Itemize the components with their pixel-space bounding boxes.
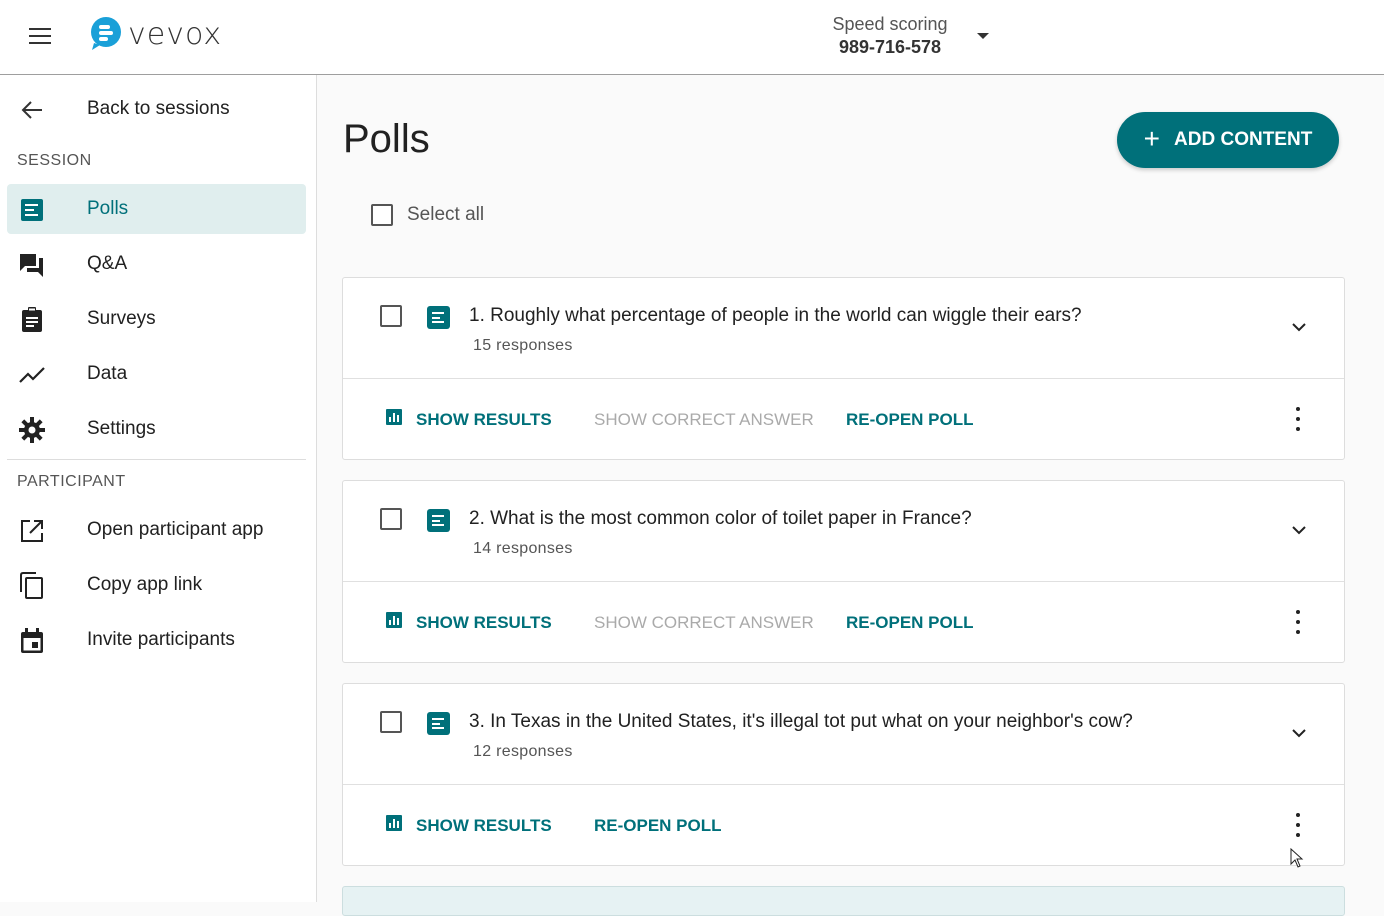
session-section-label: SESSION — [17, 152, 92, 169]
poll-checkbox[interactable] — [380, 508, 402, 530]
bar-chart-icon — [386, 409, 402, 425]
reopen-poll-button[interactable]: RE-OPEN POLL — [846, 613, 974, 633]
open-external-icon — [19, 518, 45, 544]
more-options-icon[interactable] — [1291, 610, 1305, 634]
sidebar-item-label: Invite participants — [87, 629, 235, 650]
poll-card-header[interactable]: 1. Roughly what percentage of people in … — [343, 278, 1344, 379]
poll-checkbox[interactable] — [380, 711, 402, 733]
poll-card: 1. Roughly what percentage of people in … — [342, 277, 1345, 460]
session-code: 989-716-578 — [838, 37, 942, 57]
participant-section-label: PARTICIPANT — [17, 473, 126, 490]
more-options-icon[interactable] — [1291, 407, 1305, 431]
bar-chart-icon — [386, 815, 402, 831]
sidebar-item-label: Data — [87, 363, 128, 384]
plus-icon: + — [1143, 122, 1161, 154]
sidebar-item-open-participant-app[interactable]: Open participant app — [7, 505, 306, 555]
sidebar-item-label: Q&A — [87, 253, 128, 274]
reopen-poll-button[interactable]: RE-OPEN POLL — [594, 816, 722, 836]
poll-card-partial[interactable] — [342, 886, 1345, 916]
sidebar-item-copy-app-link[interactable]: Copy app link — [7, 560, 306, 610]
reopen-poll-button[interactable]: RE-OPEN POLL — [846, 410, 974, 430]
sidebar-divider — [7, 459, 306, 460]
sidebar: Back to sessions SESSION Polls Q&A Surve… — [0, 75, 317, 902]
arrow-left-icon — [19, 97, 45, 123]
show-results-button[interactable]: SHOW RESULTS — [416, 613, 552, 633]
bar-chart-icon — [386, 612, 402, 628]
calendar-icon — [19, 628, 45, 654]
poll-checkbox[interactable] — [380, 305, 402, 327]
session-selector[interactable]: Speed scoring 989-716-578 — [790, 14, 990, 58]
sidebar-item-qa[interactable]: Q&A — [7, 239, 306, 289]
chevron-down-icon[interactable] — [1290, 724, 1308, 742]
poll-actions: SHOW RESULTS SHOW CORRECT ANSWER RE-OPEN… — [343, 379, 1344, 460]
select-all-checkbox[interactable] — [371, 204, 393, 226]
logo-bubble-icon — [91, 17, 121, 50]
top-header: vevox Speed scoring 989-716-578 — [0, 0, 1384, 75]
polls-icon — [19, 197, 45, 223]
show-results-button[interactable]: SHOW RESULTS — [416, 410, 552, 430]
page-title: Polls — [343, 117, 430, 161]
sidebar-item-invite-participants[interactable]: Invite participants — [7, 615, 306, 665]
poll-actions: SHOW RESULTS SHOW CORRECT ANSWER RE-OPEN… — [343, 582, 1344, 663]
vevox-logo: vevox — [90, 16, 222, 52]
add-content-button[interactable]: + ADD CONTENT — [1117, 112, 1339, 168]
mouse-cursor-icon — [1290, 848, 1304, 868]
poll-card: 3. In Texas in the United States, it's i… — [342, 683, 1345, 866]
more-options-icon[interactable] — [1291, 813, 1305, 837]
show-correct-answer-button[interactable]: SHOW CORRECT ANSWER — [594, 410, 814, 430]
poll-card: 2. What is the most common color of toil… — [342, 480, 1345, 663]
poll-actions: SHOW RESULTS RE-OPEN POLL — [343, 785, 1344, 866]
back-label: Back to sessions — [87, 98, 230, 119]
sidebar-item-label: Copy app link — [87, 574, 203, 595]
show-correct-answer-button[interactable]: SHOW CORRECT ANSWER — [594, 613, 814, 633]
session-name: Speed scoring — [832, 14, 948, 34]
gear-icon — [19, 417, 45, 443]
caret-down-icon[interactable] — [977, 33, 989, 39]
sidebar-item-surveys[interactable]: Surveys — [7, 294, 306, 344]
poll-card-header[interactable]: 2. What is the most common color of toil… — [343, 481, 1344, 582]
poll-question: 2. What is the most common color of toil… — [469, 508, 972, 529]
back-to-sessions-link[interactable]: Back to sessions — [7, 84, 306, 134]
sidebar-item-data[interactable]: Data — [7, 349, 306, 399]
data-icon — [19, 362, 45, 388]
poll-type-icon — [427, 306, 450, 329]
poll-response-count: 12 responses — [473, 743, 573, 760]
sidebar-item-label: Surveys — [87, 308, 156, 329]
logo-text: vevox — [128, 16, 223, 52]
copy-icon — [19, 572, 45, 599]
sidebar-item-label: Settings — [87, 418, 156, 439]
sidebar-item-polls[interactable]: Polls — [7, 184, 306, 234]
sidebar-item-label: Polls — [87, 198, 129, 219]
poll-response-count: 15 responses — [473, 337, 573, 354]
poll-response-count: 14 responses — [473, 540, 573, 557]
chevron-down-icon[interactable] — [1290, 521, 1308, 539]
show-results-button[interactable]: SHOW RESULTS — [416, 816, 552, 836]
chevron-down-icon[interactable] — [1290, 318, 1308, 336]
hamburger-menu-icon[interactable] — [22, 22, 58, 50]
sidebar-item-settings[interactable]: Settings — [7, 404, 306, 454]
poll-question: 3. In Texas in the United States, it's i… — [469, 711, 1133, 732]
surveys-icon — [19, 307, 45, 333]
qa-icon — [19, 252, 45, 278]
sidebar-item-label: Open participant app — [87, 519, 264, 540]
select-all-label: Select all — [407, 204, 485, 225]
poll-type-icon — [427, 509, 450, 532]
poll-card-header[interactable]: 3. In Texas in the United States, it's i… — [343, 684, 1344, 785]
poll-type-icon — [427, 712, 450, 735]
poll-question: 1. Roughly what percentage of people in … — [469, 305, 1082, 326]
select-all-control[interactable]: Select all — [371, 204, 484, 226]
add-content-label: ADD CONTENT — [1174, 129, 1313, 150]
